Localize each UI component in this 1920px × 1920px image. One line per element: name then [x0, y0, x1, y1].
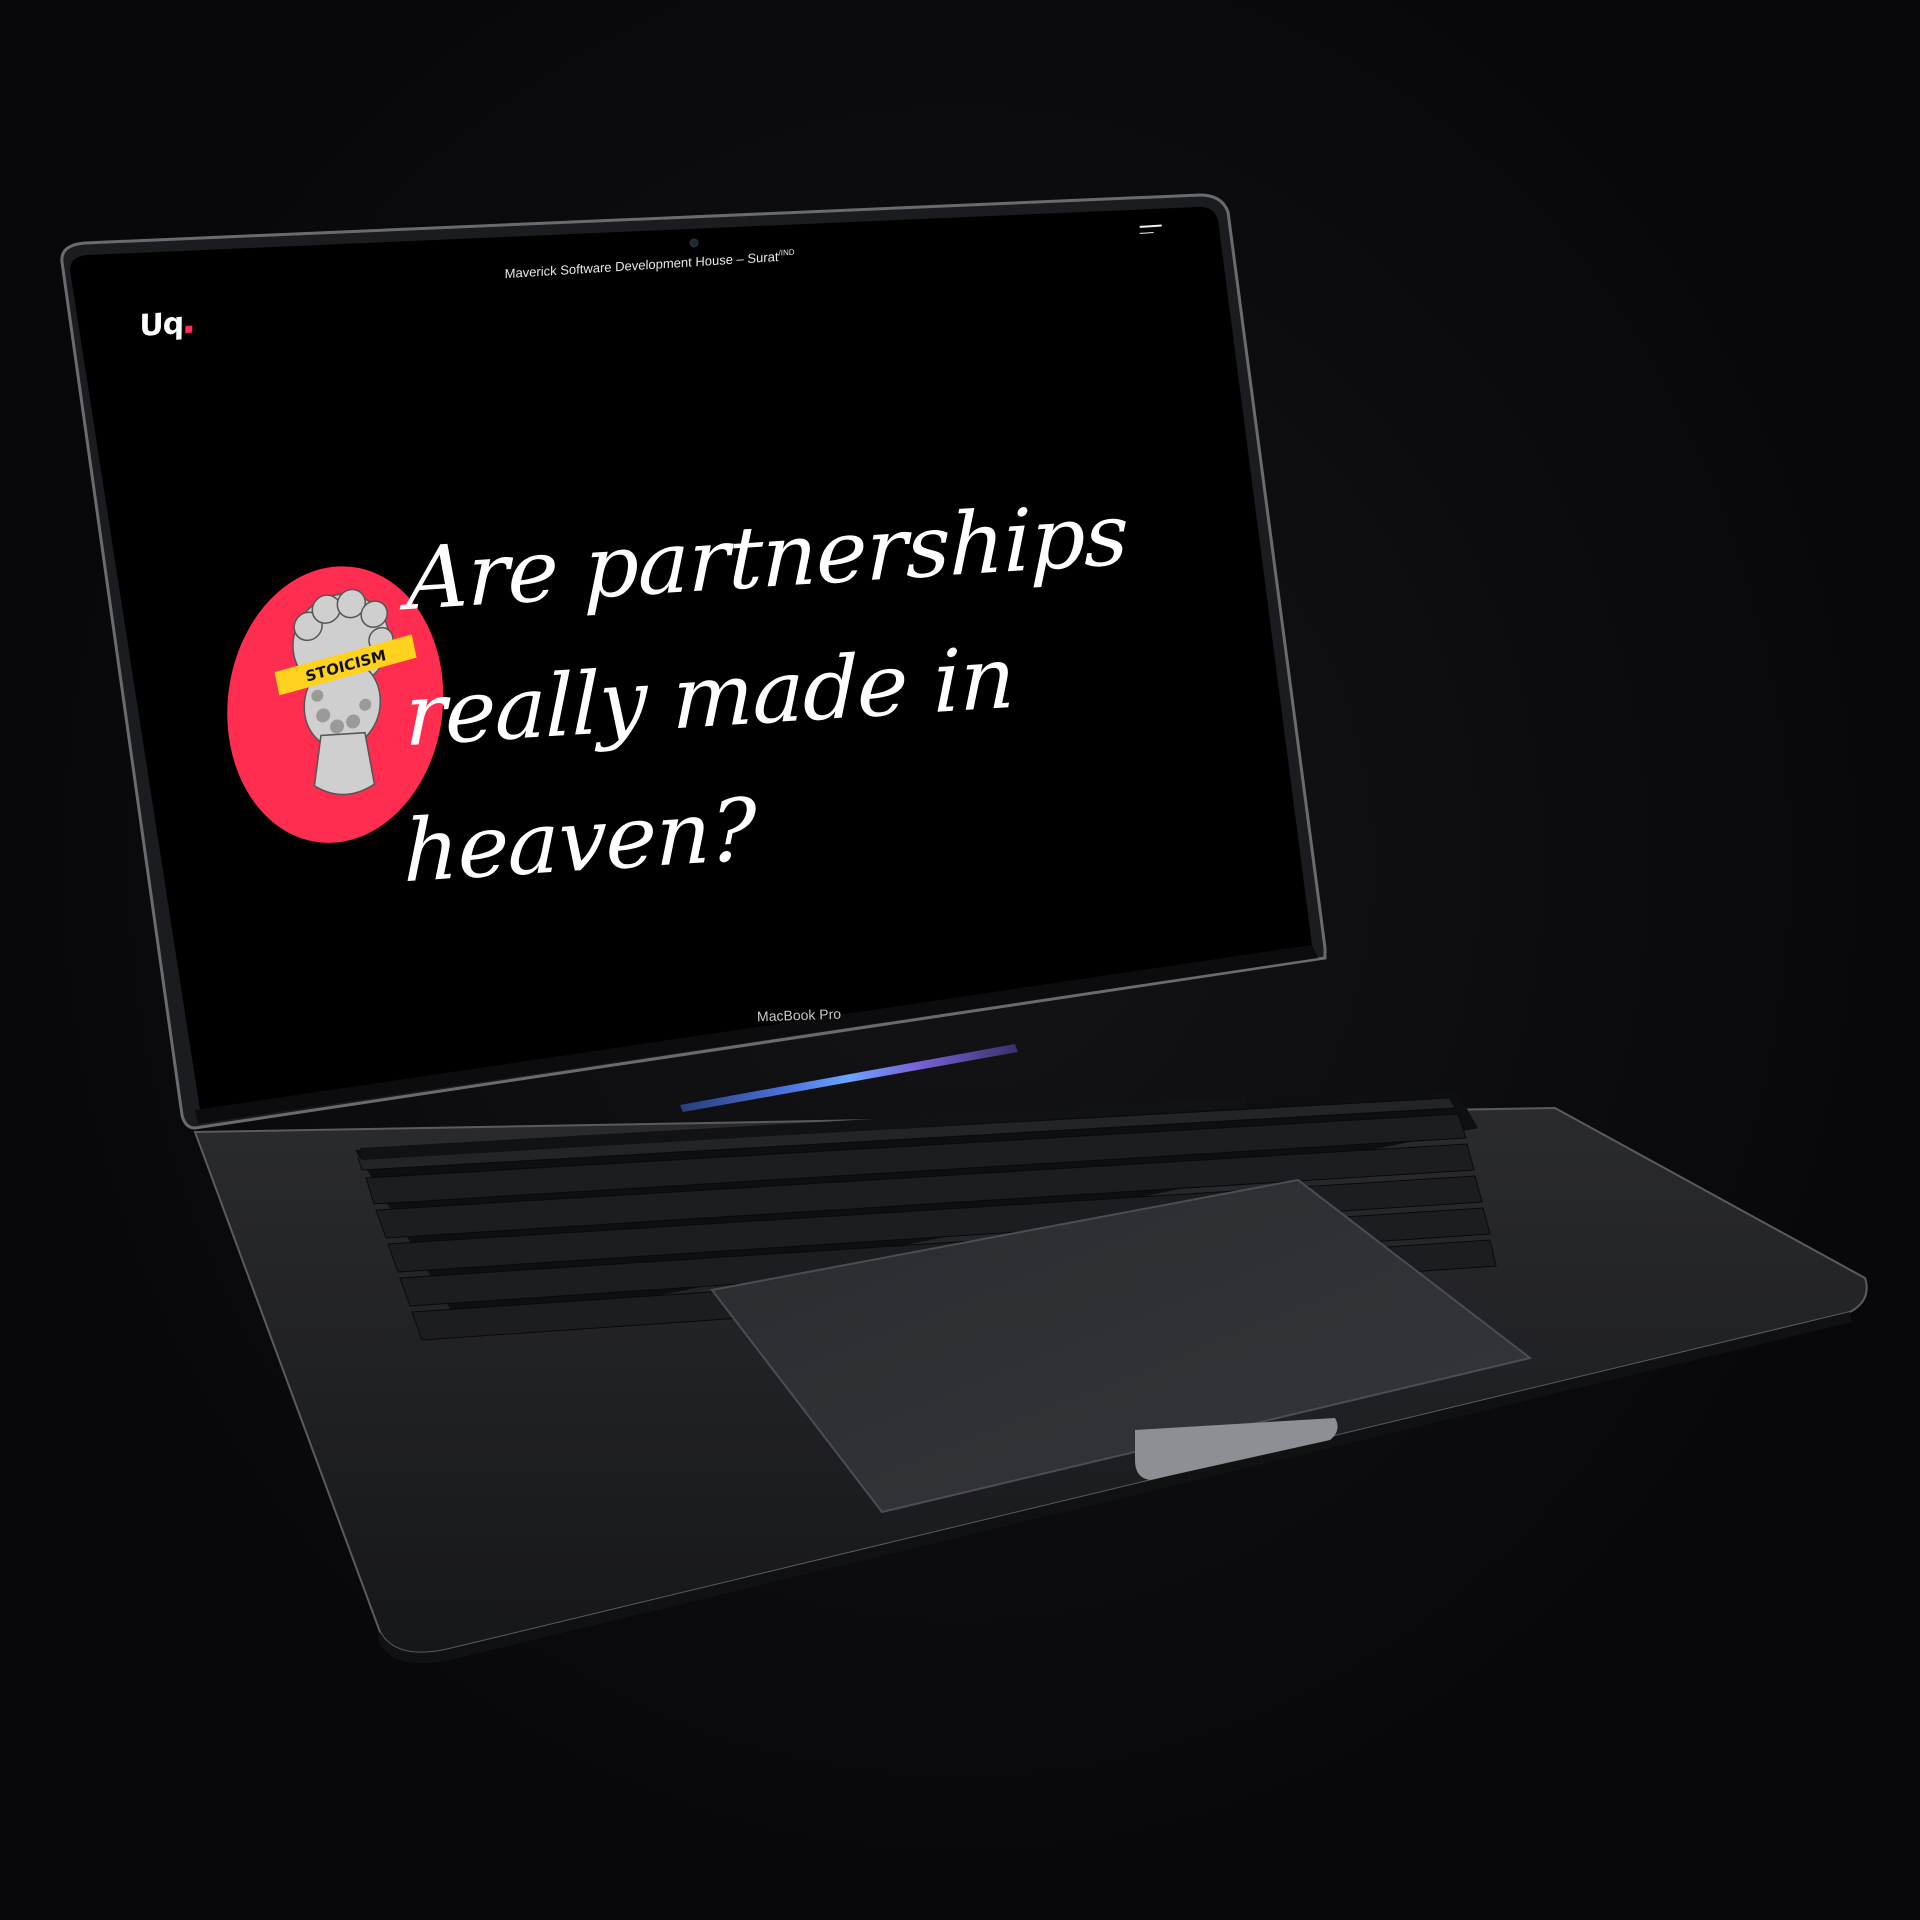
touch-bar-strip	[680, 1044, 1018, 1112]
tagline-sup: /IND	[778, 247, 795, 258]
hamburger-menu-icon[interactable]	[1139, 224, 1162, 238]
logo-dot	[185, 325, 193, 334]
site-logo[interactable]: Uq	[139, 306, 193, 344]
site-tagline: Maverick Software Development House – Su…	[505, 248, 795, 282]
macbook-label: MacBook Pro	[756, 1005, 842, 1025]
logo-text: Uq	[139, 306, 184, 344]
screen-content: Uq Maverick Software Development House –…	[82, 193, 1320, 1081]
photo-background: Uq Maverick Software Development House –…	[0, 0, 1920, 1920]
hero-title: Are partnerships really made in heaven?	[403, 484, 1129, 903]
tagline-text: Maverick Software Development House – Su…	[504, 248, 779, 282]
